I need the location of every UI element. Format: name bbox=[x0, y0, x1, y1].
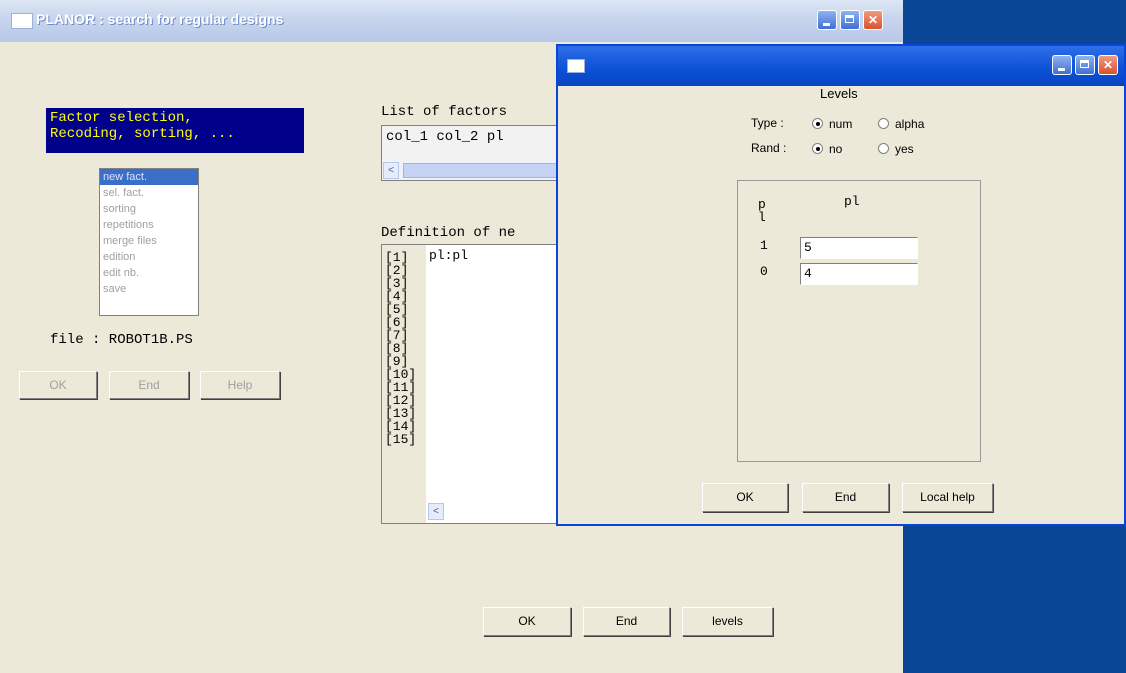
factor-panel-line-2: Recoding, sorting, ... bbox=[50, 126, 235, 142]
rand-yes-radio[interactable] bbox=[878, 143, 889, 154]
minimize-icon bbox=[1058, 68, 1065, 71]
close-icon: ✕ bbox=[1102, 58, 1114, 72]
definition-editor[interactable]: [1] [2] [3] [4] [5] [6] [7] [8] [9] [10]… bbox=[381, 244, 559, 524]
maximize-icon bbox=[845, 15, 854, 23]
minimize-button[interactable] bbox=[1052, 55, 1072, 75]
list-item-sorting[interactable]: sorting bbox=[100, 201, 198, 217]
close-button[interactable]: ✕ bbox=[863, 10, 883, 30]
factors-list-label: List of factors bbox=[381, 104, 508, 120]
maximize-icon bbox=[1080, 60, 1089, 68]
main-window-title: PLANOR : search for regular designs bbox=[36, 11, 284, 27]
factors-list-box[interactable]: col_1 col_2 pl < bbox=[381, 125, 559, 181]
scroll-left-arrow-icon[interactable]: < bbox=[428, 503, 444, 520]
factor-selection-panel: Factor selection, Recoding, sorting, ... bbox=[46, 108, 304, 153]
column-header-right: pl bbox=[844, 194, 860, 209]
list-item-save[interactable]: save bbox=[100, 281, 198, 297]
type-label: Type : bbox=[751, 116, 784, 130]
rand-yes-label: yes bbox=[895, 142, 914, 156]
definition-label: Definition of ne bbox=[381, 225, 516, 241]
row-label: 0 bbox=[760, 264, 768, 279]
factors-list-value: col_1 col_2 pl bbox=[386, 129, 504, 145]
factor-panel-line-1: Factor selection, bbox=[50, 110, 193, 126]
type-num-radio[interactable] bbox=[812, 118, 823, 129]
factors-horizontal-scrollbar[interactable]: < bbox=[383, 162, 559, 179]
type-alpha-radio[interactable] bbox=[878, 118, 889, 129]
list-item-sel-fact[interactable]: sel. fact. bbox=[100, 185, 198, 201]
action-list[interactable]: new fact. sel. fact. sorting repetitions… bbox=[99, 168, 199, 316]
list-item-merge-files[interactable]: merge files bbox=[100, 233, 198, 249]
ok-button[interactable]: OK bbox=[702, 483, 788, 512]
window-app-icon bbox=[11, 13, 33, 29]
close-button[interactable]: ✕ bbox=[1098, 55, 1118, 75]
list-item-new-fact[interactable]: new fact. bbox=[100, 169, 198, 185]
list-item-edition[interactable]: edition bbox=[100, 249, 198, 265]
levels-titlebar[interactable]: ✕ bbox=[558, 46, 1124, 86]
levels-heading: Levels bbox=[820, 86, 858, 101]
scrollbar-thumb[interactable] bbox=[403, 163, 558, 178]
list-item-repetitions[interactable]: repetitions bbox=[100, 217, 198, 233]
window-app-icon bbox=[567, 59, 585, 73]
minimize-icon bbox=[823, 23, 830, 26]
rand-no-radio[interactable] bbox=[812, 143, 823, 154]
type-num-label: num bbox=[829, 117, 853, 131]
rand-no-label: no bbox=[829, 142, 843, 156]
level-value-field[interactable]: 5 bbox=[800, 237, 918, 259]
end-button[interactable]: End bbox=[583, 607, 670, 636]
help-button-disabled[interactable]: Help bbox=[200, 371, 280, 399]
row-label: 1 bbox=[760, 238, 768, 253]
type-alpha-label: alpha bbox=[895, 117, 925, 131]
rand-label: Rand : bbox=[751, 141, 787, 155]
file-label: file : ROBOT1B.PS bbox=[50, 332, 193, 348]
ok-button-disabled[interactable]: OK bbox=[19, 371, 97, 399]
scroll-left-arrow-icon[interactable]: < bbox=[383, 162, 399, 179]
levels-button[interactable]: levels bbox=[682, 607, 773, 636]
local-help-button[interactable]: Local help bbox=[902, 483, 993, 512]
end-button[interactable]: End bbox=[802, 483, 889, 512]
line-number: [15] bbox=[385, 432, 417, 447]
close-icon: ✕ bbox=[867, 13, 879, 27]
ok-button[interactable]: OK bbox=[483, 607, 571, 636]
minimize-button[interactable] bbox=[817, 10, 837, 30]
definition-line-numbers: [1] [2] [3] [4] [5] [6] [7] [8] [9] [10]… bbox=[382, 245, 426, 523]
maximize-button[interactable] bbox=[1075, 55, 1095, 75]
list-item-edit-nb[interactable]: edit nb. bbox=[100, 265, 198, 281]
main-titlebar[interactable]: PLANOR : search for regular designs ✕ bbox=[0, 0, 903, 42]
definition-entry[interactable]: pl:pl bbox=[429, 248, 468, 263]
level-value-field[interactable]: 4 bbox=[800, 263, 918, 285]
column-header-left-2: l bbox=[758, 210, 766, 225]
end-button-disabled[interactable]: End bbox=[109, 371, 189, 399]
levels-dialog: ✕ Levels Type : num alpha Rand : no yes … bbox=[556, 44, 1126, 526]
levels-table-panel: p l pl 1 5 0 4 bbox=[737, 180, 981, 462]
maximize-button[interactable] bbox=[840, 10, 860, 30]
